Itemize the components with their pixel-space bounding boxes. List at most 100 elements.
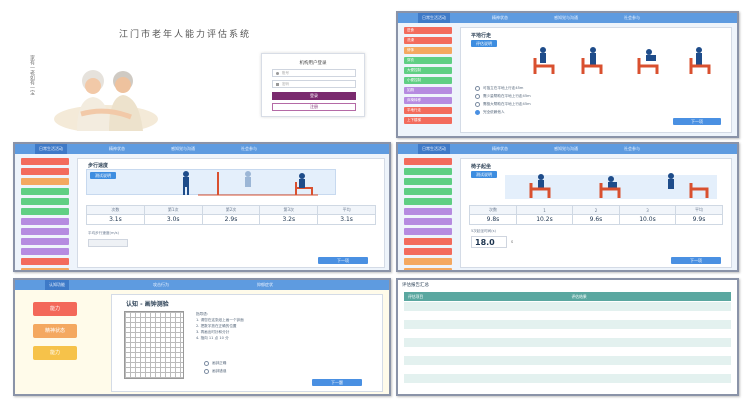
- table-cell[interactable]: 9.8s: [469, 214, 517, 225]
- nav-tab[interactable]: 日常生活活动: [418, 13, 450, 23]
- radio-icon: [475, 110, 480, 115]
- sidebar-item[interactable]: [404, 208, 452, 215]
- sidebar-item[interactable]: 穿衣: [404, 57, 452, 64]
- password-field[interactable]: 密码: [272, 80, 356, 88]
- sidebar-item[interactable]: [21, 258, 69, 265]
- lock-icon: [276, 82, 279, 86]
- option[interactable]: 画钟正确: [204, 361, 226, 366]
- sidebar-item[interactable]: [21, 218, 69, 225]
- top-nav: 日常生活活动 精神状态 感知觉与沟通 社会参与: [15, 144, 389, 154]
- cell: [404, 356, 568, 365]
- nav-tab[interactable]: 精神状态: [105, 144, 129, 154]
- sidebar-item[interactable]: [404, 188, 452, 195]
- sidebar-item[interactable]: [404, 198, 452, 205]
- sidebar-item[interactable]: 如厕: [404, 87, 452, 94]
- cell: [568, 329, 732, 338]
- register-button[interactable]: 注册: [272, 103, 356, 111]
- login-button[interactable]: 登录: [272, 92, 356, 100]
- sidebar-item[interactable]: [404, 258, 452, 265]
- sidebar-item[interactable]: 大便控制: [404, 67, 452, 74]
- nav-tab[interactable]: 日常生活活动: [35, 144, 67, 154]
- nav-tab[interactable]: 攻击行为: [149, 280, 173, 290]
- nav-tab[interactable]: 社会参与: [237, 144, 261, 154]
- sidebar-item[interactable]: [21, 168, 69, 175]
- sidebar-item[interactable]: 进食: [404, 27, 452, 34]
- speed-input[interactable]: [88, 239, 128, 247]
- table-row: [404, 347, 731, 356]
- nav-tab[interactable]: 社会参与: [620, 13, 644, 23]
- next-button[interactable]: 下一项: [671, 257, 721, 264]
- category-button[interactable]: 精神状态: [33, 324, 77, 338]
- walking-illustration: [183, 171, 318, 196]
- table-cell[interactable]: 3.2s: [259, 214, 319, 225]
- nav-tab[interactable]: 抑郁症状: [253, 280, 277, 290]
- sidebar-item[interactable]: [21, 238, 69, 245]
- sidebar-item[interactable]: 平地行走: [404, 107, 452, 114]
- nav-tab[interactable]: 感知觉与沟通: [167, 144, 199, 154]
- option[interactable]: 画钟错误: [204, 369, 226, 374]
- sidebar-item[interactable]: 床椅转移: [404, 97, 452, 104]
- option[interactable]: 可独立在平地上行走45m: [475, 86, 523, 91]
- cell: [568, 365, 732, 374]
- table-cell[interactable]: 10.0s: [618, 214, 677, 225]
- next-button[interactable]: 下一项: [673, 118, 721, 125]
- table-cell[interactable]: 10.2s: [515, 214, 574, 225]
- sidebar-item[interactable]: [404, 168, 452, 175]
- sidebar-item[interactable]: [21, 198, 69, 205]
- sidebar-item[interactable]: 修饰: [404, 47, 452, 54]
- category-button[interactable]: 能力: [33, 346, 77, 360]
- sidebar-item[interactable]: [21, 208, 69, 215]
- nav-tab[interactable]: 认知功能: [45, 280, 69, 290]
- sidebar-item[interactable]: [404, 228, 452, 235]
- nav-tab[interactable]: 日常生活活动: [418, 144, 450, 154]
- sidebar-item[interactable]: [21, 188, 69, 195]
- section-title: 认知 - 画钟测验: [126, 301, 169, 308]
- sidebar-item[interactable]: [21, 228, 69, 235]
- table-cell[interactable]: 2.9s: [201, 214, 261, 225]
- sidebar-item[interactable]: 上下楼梯: [404, 117, 452, 124]
- result-input[interactable]: 18.0: [471, 236, 507, 248]
- sidebar-item[interactable]: [21, 268, 69, 270]
- sidebar-item[interactable]: [404, 238, 452, 245]
- cell: [568, 374, 732, 383]
- sidebar-item[interactable]: [21, 158, 69, 165]
- sidebar-item[interactable]: [21, 248, 69, 255]
- result-label: 5次起坐时间(s): [471, 229, 496, 233]
- option[interactable]: 需极大帮助在平地上行走45m: [475, 102, 531, 107]
- table-cell[interactable]: 3.1s: [317, 214, 376, 225]
- option[interactable]: 完全依赖他人: [475, 110, 505, 115]
- category-button[interactable]: 能力: [33, 302, 77, 316]
- sidebar-item[interactable]: [21, 178, 69, 185]
- sidebar-item[interactable]: 小便控制: [404, 77, 452, 84]
- nav-tab[interactable]: 精神状态: [488, 144, 512, 154]
- sidebar-item[interactable]: 洗澡: [404, 37, 452, 44]
- table-cell[interactable]: 3.1s: [86, 214, 145, 225]
- nav-tab[interactable]: 精神状态: [488, 13, 512, 23]
- instruction-chip[interactable]: 测试说明: [90, 172, 116, 179]
- cell: [404, 365, 568, 374]
- table-header: 2: [572, 205, 620, 215]
- username-field[interactable]: 账号: [272, 69, 356, 77]
- table-cell[interactable]: 9.6s: [572, 214, 620, 225]
- next-button[interactable]: 下一题: [312, 379, 362, 386]
- sidebar-item[interactable]: [404, 248, 452, 255]
- calligraphy-text: 家有一老如有一宝: [29, 55, 35, 95]
- option-label: 画钟正确: [212, 361, 227, 365]
- nav-tab[interactable]: 社会参与: [620, 144, 644, 154]
- instruction-chip[interactable]: 评估说明: [471, 40, 497, 47]
- table-cell[interactable]: 9.9s: [675, 214, 723, 225]
- nav-tab[interactable]: 感知觉与沟通: [550, 13, 582, 23]
- sidebar-item[interactable]: [404, 178, 452, 185]
- sidebar-item[interactable]: [404, 268, 452, 270]
- sidebar-item[interactable]: [404, 218, 452, 225]
- sidebar-item[interactable]: [404, 158, 452, 165]
- option[interactable]: 需少量帮助在平地上行走45m: [475, 94, 531, 99]
- next-button[interactable]: 下一项: [318, 257, 368, 264]
- cell: [404, 320, 568, 329]
- drawing-grid[interactable]: [124, 311, 184, 379]
- sidebar: [21, 158, 69, 270]
- option-label: 需极大帮助在平地上行走45m: [483, 102, 531, 106]
- nav-tab[interactable]: 感知觉与沟通: [550, 144, 582, 154]
- instruction-chip[interactable]: 测试说明: [471, 171, 497, 178]
- table-cell[interactable]: 3.0s: [143, 214, 203, 225]
